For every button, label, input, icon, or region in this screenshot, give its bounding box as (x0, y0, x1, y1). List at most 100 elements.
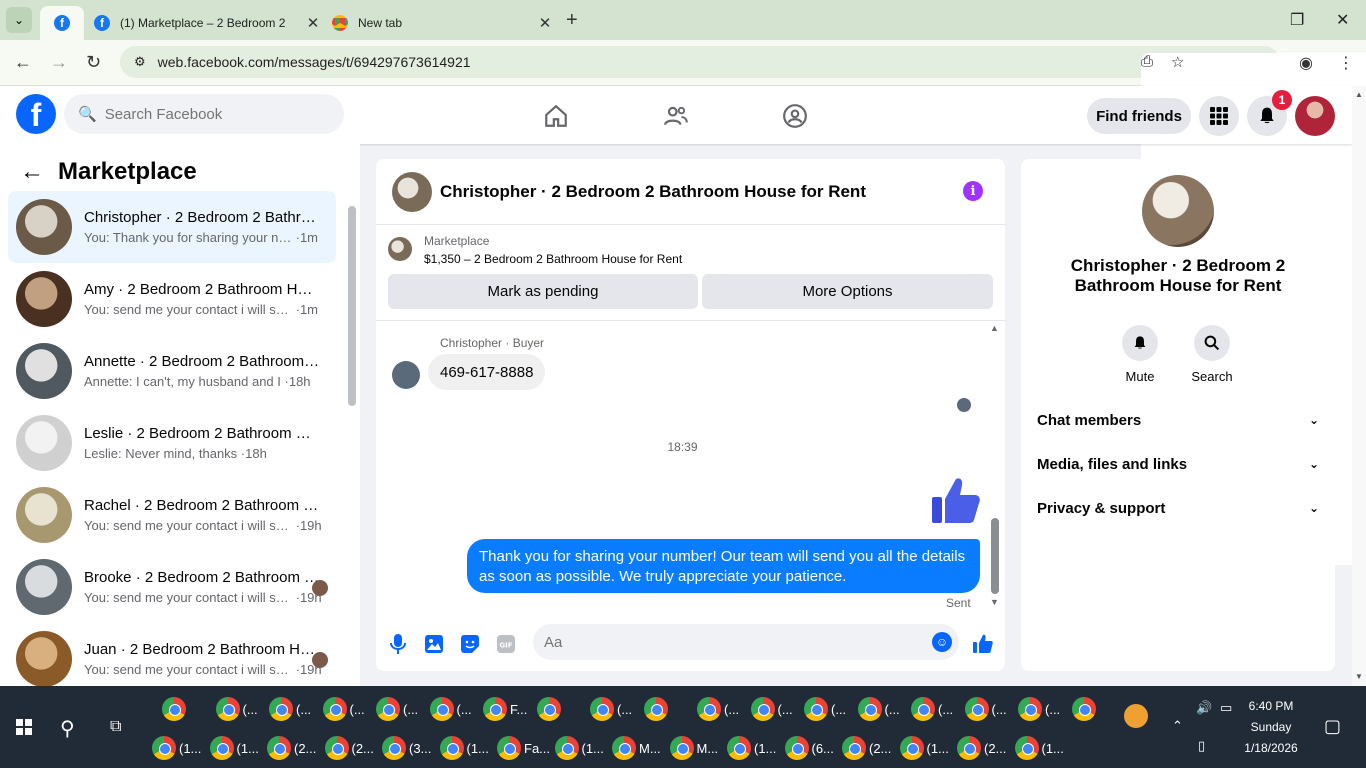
browser-tab-pinned[interactable]: f (40, 6, 84, 40)
emoji-icon[interactable]: ☺ (932, 632, 952, 652)
taskbar-chrome-window[interactable] (162, 694, 189, 724)
friends-icon[interactable] (662, 102, 690, 130)
back-arrow-icon[interactable]: ← (20, 158, 44, 186)
taskbar-chrome-window[interactable]: (2... (324, 733, 374, 763)
scroll-up-icon[interactable]: ▲ (1355, 90, 1363, 99)
taskbar-chrome-window[interactable]: M... (612, 733, 661, 763)
media-files-links-section[interactable]: Media, files and links ⌄ (1037, 444, 1319, 484)
taskbar-chrome-window[interactable] (1071, 694, 1099, 724)
taskbar-chrome-window[interactable]: (... (429, 694, 472, 724)
taskbar-chrome-window[interactable]: (... (964, 694, 1007, 724)
new-tab-plus-icon[interactable]: + (566, 9, 578, 32)
conversation-item[interactable]: Annette · 2 Bedroom 2 Bathroom House for… (8, 335, 336, 407)
sticker-icon[interactable] (458, 632, 482, 656)
battery-icon[interactable]: ▭ (1220, 700, 1232, 716)
taskbar-search-icon[interactable]: ⚲ (60, 716, 75, 741)
close-tab-icon[interactable]: ✕ (304, 14, 322, 32)
gif-icon[interactable]: GIF (494, 632, 518, 656)
info-icon[interactable]: i (963, 181, 983, 201)
conversation-item[interactable]: Brooke · 2 Bedroom 2 Bathroom House for … (8, 551, 336, 623)
close-tab-icon[interactable]: ✕ (536, 14, 554, 32)
forward-arrow-icon[interactable]: → (50, 52, 68, 73)
thumbs-up-sticker-icon[interactable] (930, 475, 982, 527)
taskbar-chrome-window[interactable]: (1... (209, 733, 259, 763)
conversation-item[interactable]: Rachel · 2 Bedroom 2 Bathroom House for … (8, 479, 336, 551)
more-options-button[interactable]: More Options (702, 274, 993, 309)
chat-scrollbar[interactable]: ▲ ▼ (990, 323, 1000, 609)
browser-tab-new-tab[interactable]: New tab ✕ (326, 6, 554, 40)
like-thumbs-up-icon[interactable] (971, 632, 995, 656)
tab-search-dropdown-icon[interactable]: ⌄ (6, 7, 32, 33)
search-input[interactable] (104, 105, 325, 123)
taskbar-chrome-window[interactable]: (2... (842, 733, 891, 763)
taskbar-chrome-window[interactable]: (1... (554, 733, 604, 763)
taskbar-chrome-window[interactable]: (2... (957, 733, 1006, 763)
home-icon[interactable] (542, 102, 570, 130)
weather-icon[interactable] (1124, 704, 1148, 728)
message-input[interactable] (533, 624, 959, 660)
outgoing-message[interactable]: Thank you for sharing your number! Our t… (467, 539, 980, 593)
taskbar-chrome-window[interactable]: (... (322, 694, 365, 724)
photo-icon[interactable] (422, 632, 446, 656)
groups-icon[interactable] (781, 102, 809, 130)
conversation-item[interactable]: Leslie · 2 Bedroom 2 Bathroom House for … (8, 407, 336, 479)
taskbar-chrome-window[interactable]: (... (376, 694, 418, 724)
search-conversation-button[interactable]: Search (1182, 325, 1242, 384)
listing-avatar[interactable] (392, 171, 432, 212)
taskbar-chrome-window[interactable]: (... (750, 694, 793, 724)
taskbar-chrome-window[interactable]: (1... (727, 733, 776, 763)
chat-title[interactable]: Christopher · 2 Bedroom 2 Bathroom House… (440, 182, 866, 202)
taskbar-chrome-window[interactable]: (... (269, 694, 311, 724)
taskbar-chrome-window[interactable]: F... (483, 694, 527, 724)
conversation-item[interactable]: Juan · 2 Bedroom 2 Bathroom House for Re… (8, 623, 336, 695)
scrollbar-thumb[interactable] (991, 518, 999, 594)
browser-tab-marketplace[interactable]: f (1) Marketplace – 2 Bedroom 2 ✕ (90, 6, 322, 40)
taskbar-chrome-window[interactable]: (... (1018, 694, 1060, 724)
reload-icon[interactable]: ↻ (86, 52, 101, 73)
microphone-icon[interactable] (386, 632, 410, 656)
volume-icon[interactable]: 🔊 (1196, 700, 1212, 716)
privacy-support-section[interactable]: Privacy & support ⌄ (1037, 488, 1319, 528)
taskbar-chrome-window[interactable]: (1... (899, 733, 949, 763)
page-scrollbar[interactable]: ▲ ▼ (1352, 86, 1366, 686)
taskbar-chrome-window[interactable]: (... (857, 694, 900, 724)
facebook-search[interactable]: 🔍 (64, 94, 344, 134)
mark-as-pending-button[interactable]: Mark as pending (388, 274, 698, 309)
taskbar-chrome-window[interactable]: (... (697, 694, 739, 724)
conversation-list-scrollbar[interactable] (348, 196, 356, 686)
task-view-icon[interactable]: ⧉ (110, 718, 121, 736)
taskbar-chrome-window[interactable]: (3... (382, 733, 431, 763)
close-window-icon[interactable]: ✕ (1336, 10, 1349, 30)
taskbar-chrome-window[interactable]: (... (911, 694, 953, 724)
facebook-logo-icon[interactable]: f (16, 94, 56, 134)
system-clock[interactable]: 6:40 PM Sunday 1/18/2026 (1240, 696, 1302, 759)
taskbar-chrome-window[interactable]: (... (215, 694, 258, 724)
incoming-message[interactable]: 469-617-8888 (428, 354, 546, 390)
browser-menu-icon[interactable]: ⋮ (1338, 53, 1354, 73)
device-icon[interactable]: ▯ (1198, 738, 1205, 754)
taskbar-chrome-window[interactable] (536, 694, 564, 724)
chat-members-section[interactable]: Chat members ⌄ (1037, 400, 1319, 440)
address-bar[interactable]: ⚙ web.facebook.com/messages/t/6942976736… (120, 46, 1366, 565)
listing-profile-picture[interactable] (1142, 175, 1214, 247)
restore-window-icon[interactable]: ❐ (1290, 10, 1304, 30)
taskbar-chrome-window[interactable]: (1... (152, 733, 201, 763)
taskbar-chrome-window[interactable]: (1... (1014, 733, 1064, 763)
sender-avatar[interactable] (392, 361, 420, 389)
conversation-item[interactable]: Amy · 2 Bedroom 2 Bathroom House for Ren… (8, 263, 336, 335)
profile-icon[interactable]: ◉ (1299, 53, 1313, 73)
show-hidden-icons-icon[interactable]: ⌃ (1172, 718, 1183, 734)
menu-grid-icon[interactable] (1199, 96, 1239, 136)
taskbar-chrome-window[interactable] (643, 694, 671, 724)
mute-button[interactable]: Mute (1110, 325, 1170, 384)
taskbar-chrome-window[interactable]: (6... (784, 733, 834, 763)
taskbar-chrome-window[interactable]: Fa... (497, 733, 550, 763)
scroll-up-icon[interactable]: ▲ (990, 323, 999, 333)
account-avatar[interactable] (1295, 96, 1335, 136)
taskbar-chrome-window[interactable]: M... (669, 733, 718, 763)
conversation-item[interactable]: Christopher · 2 Bedroom 2 Bathroom House… (8, 191, 336, 263)
site-info-icon[interactable]: ⚙ (134, 54, 146, 70)
find-friends-button[interactable]: Find friends (1087, 98, 1191, 134)
taskbar-chrome-window[interactable]: (... (590, 694, 632, 724)
scrollbar-thumb[interactable] (348, 206, 356, 406)
